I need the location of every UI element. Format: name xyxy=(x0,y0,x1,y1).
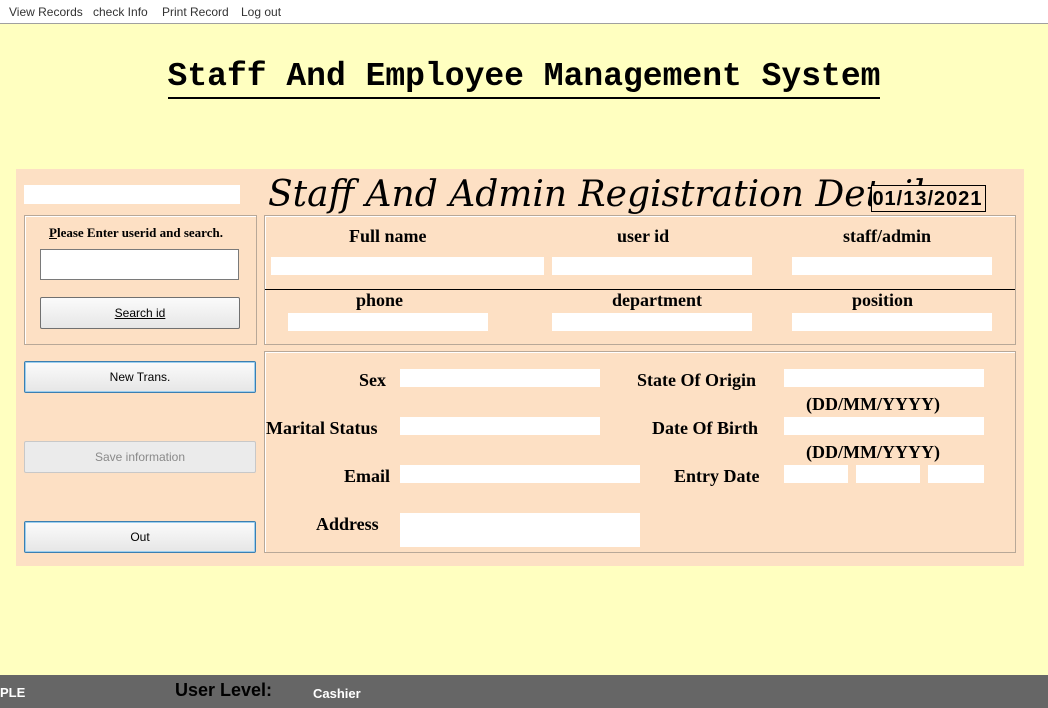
sex-label: Sex xyxy=(359,370,386,390)
entry-date-label: Entry Date xyxy=(674,466,760,486)
save-information-button-label: Save information xyxy=(94,450,186,464)
search-prompt-mnemonic: P xyxy=(49,225,57,240)
current-date: 01/13/2021 xyxy=(872,188,983,210)
entry-date-year-field[interactable] xyxy=(928,465,984,483)
search-prompt-text: lease Enter userid and search. xyxy=(56,225,223,240)
phone-label: phone xyxy=(356,290,404,310)
top-left-strip xyxy=(24,185,240,204)
menu-view-records[interactable]: View Records xyxy=(9,5,83,19)
menu-log-out[interactable]: Log out xyxy=(241,5,281,19)
user-level-label: User Level: xyxy=(175,680,273,700)
address-field[interactable] xyxy=(400,513,640,547)
entry-date-month-field[interactable] xyxy=(856,465,920,483)
email-label: Email xyxy=(344,466,391,486)
date-format-hint-1: (DD/MM/YYYY) xyxy=(806,394,940,414)
sex-field[interactable] xyxy=(400,369,600,387)
userid-search-input[interactable] xyxy=(40,249,239,280)
search-prompt: Please Enter userid and search. xyxy=(49,225,223,241)
staff-admin-label: staff/admin xyxy=(843,226,932,246)
search-id-button[interactable]: Search id xyxy=(40,297,240,329)
user-level-value: Cashier xyxy=(313,686,361,701)
date-of-birth-field[interactable] xyxy=(784,417,984,435)
position-label: position xyxy=(852,290,914,310)
date-format-hint-2: (DD/MM/YYYY) xyxy=(806,442,940,462)
main-title: Staff And Employee Management System xyxy=(167,58,881,99)
staff-admin-field[interactable] xyxy=(792,257,992,275)
marital-status-label: Marital Status xyxy=(266,418,378,438)
department-label: department xyxy=(612,290,702,310)
user-id-label: user id xyxy=(617,226,670,246)
phone-field[interactable] xyxy=(288,313,488,331)
email-field[interactable] xyxy=(400,465,640,483)
menu-bar: View Records check Info Print Record Log… xyxy=(0,0,1048,24)
new-trans-button[interactable]: New Trans. xyxy=(24,361,256,393)
full-name-label: Full name xyxy=(349,226,427,246)
form-title: Staff And Admin Registration Details xyxy=(268,174,943,215)
save-information-button[interactable]: Save information xyxy=(24,441,256,473)
full-name-field[interactable] xyxy=(271,257,544,275)
marital-status-field[interactable] xyxy=(400,417,600,435)
menu-check-info[interactable]: check Info xyxy=(93,5,148,19)
out-button-label: Out xyxy=(130,530,150,544)
date-of-birth-label: Date Of Birth xyxy=(652,418,758,438)
department-field[interactable] xyxy=(552,313,752,331)
search-id-button-label: Search id xyxy=(114,306,166,320)
state-of-origin-field[interactable] xyxy=(784,369,984,387)
state-of-origin-label: State Of Origin xyxy=(637,370,756,390)
user-id-field[interactable] xyxy=(552,257,752,275)
position-field[interactable] xyxy=(792,313,992,331)
entry-date-day-field[interactable] xyxy=(784,465,848,483)
out-button[interactable]: Out xyxy=(24,521,256,553)
status-left-text: PLE xyxy=(0,685,26,700)
new-trans-button-label: New Trans. xyxy=(109,370,171,384)
address-label: Address xyxy=(316,514,379,534)
status-bar xyxy=(0,675,1048,708)
main-title-wrapper: Staff And Employee Management System xyxy=(0,58,1048,99)
menu-print-record[interactable]: Print Record xyxy=(162,5,229,19)
